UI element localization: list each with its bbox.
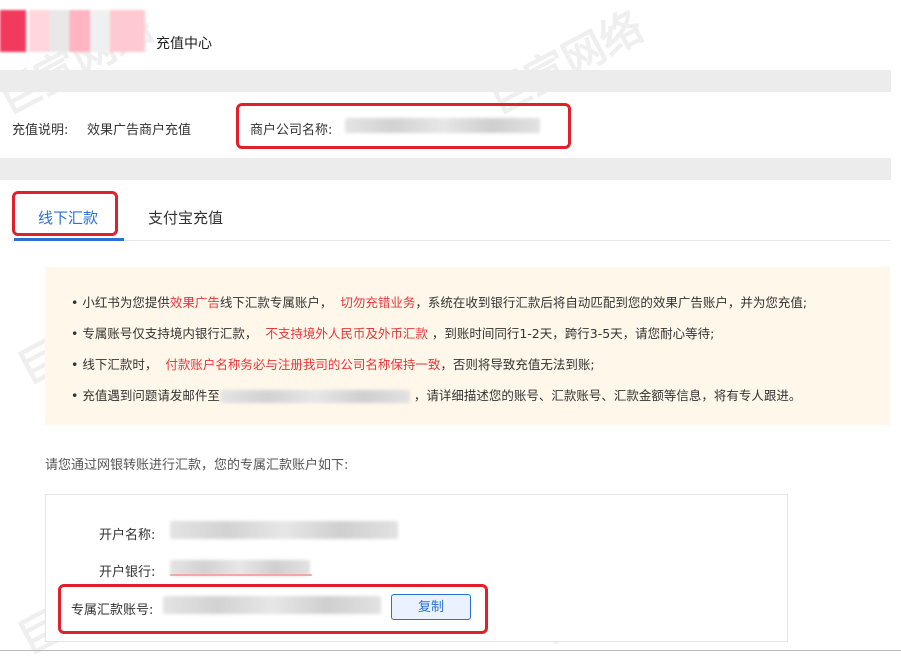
notice-item: • 充值遇到问题请发邮件至 ，请详细描述您的账号、汇款账号、汇款金额等信息，将有… — [71, 388, 802, 403]
brand-logo-redacted — [0, 10, 145, 52]
company-name-label: 商户公司名称: — [250, 123, 333, 138]
section-divider — [0, 158, 891, 180]
notice-item: • 小红书为您提供效果广告线下汇款专属账户， 切勿充错业务，系统在收到银行汇款后… — [71, 295, 808, 310]
copy-button[interactable]: 复制 — [391, 594, 471, 620]
bottom-border — [0, 650, 901, 651]
recharge-desc-value: 效果广告商户充值 — [87, 123, 192, 138]
annotation-underline — [170, 574, 312, 576]
account-name-redacted — [170, 521, 398, 539]
account-number-label: 专属汇款账号: — [71, 603, 154, 618]
tab-offline-transfer[interactable]: 线下汇款 — [38, 207, 98, 228]
account-number-redacted — [163, 596, 381, 614]
notice-box: • 小红书为您提供效果广告线下汇款专属账户， 切勿充错业务，系统在收到银行汇款后… — [45, 267, 890, 425]
notice-item: • 线下汇款时， 付款账户名称务必与注册我司的公司名称保持一致，否则将导致充值无… — [71, 357, 595, 372]
bank-name-label: 开户银行: — [99, 565, 156, 580]
page-title: 充值中心 — [156, 36, 212, 52]
account-intro-text: 请您通过网银转账进行汇款，您的专属汇款账户如下: — [45, 458, 349, 473]
recharge-desc-label: 充值说明: — [12, 123, 69, 138]
tab-alipay-recharge[interactable]: 支付宝充值 — [148, 207, 223, 228]
company-name-redacted — [345, 118, 540, 133]
account-name-label: 开户名称: — [99, 528, 156, 543]
notice-item: • 专属账号仅支持境内银行汇款， 不支持境外人民币及外币汇款 ，到账时间同行1-… — [71, 326, 715, 341]
tab-bar-line — [12, 240, 890, 241]
email-redacted — [219, 390, 410, 403]
section-divider — [0, 70, 891, 92]
active-tab-indicator — [14, 238, 124, 241]
